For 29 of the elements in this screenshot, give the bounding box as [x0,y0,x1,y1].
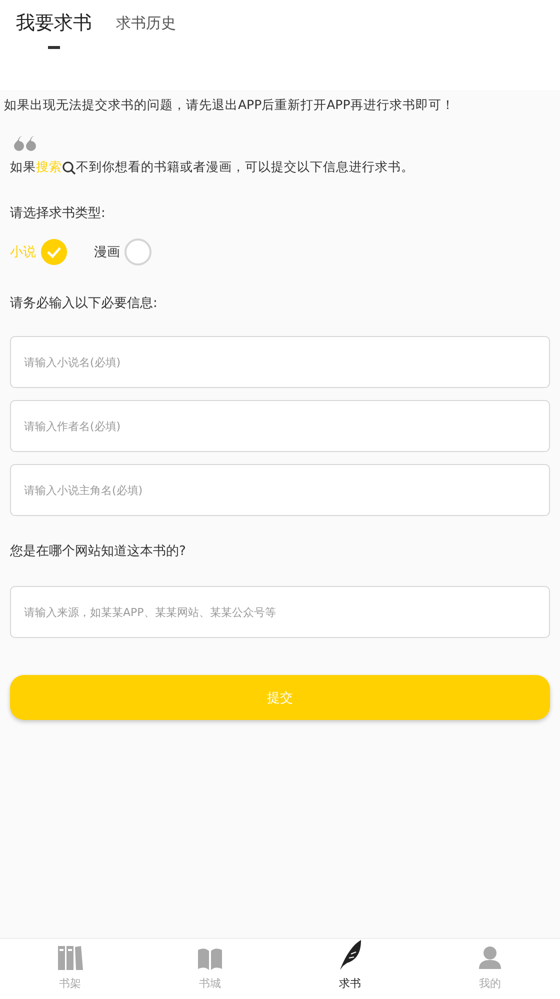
submit-button[interactable]: 提交 [10,675,550,720]
nav-item[interactable]: 书架 [0,939,140,999]
search-link[interactable]: 搜索 [36,159,62,176]
search-icon [62,160,76,174]
nav-item[interactable]: 书城 [140,939,280,999]
radio-circle[interactable] [124,238,152,266]
person-icon [479,946,501,970]
section-label: 请选择求书类型: [10,205,106,222]
nav-item[interactable]: 我的 [420,939,560,999]
section-label: 请务必输入以下必要信息: [10,295,158,312]
quote-icon [13,136,37,152]
type-radio[interactable]: 小说 [10,238,68,266]
nav-item[interactable]: 求书 [280,939,420,999]
source-field[interactable]: 请输入来源，如某某APP、某某网站、某某公众号等 [10,586,550,638]
section-label: 您是在哪个网站知道这本书的? [10,543,187,560]
intro-text: 如果 [10,159,36,176]
tab[interactable]: 求书历史 [116,10,176,38]
radio-label: 小说 [10,244,36,261]
input-field[interactable]: 请输入小说名(必填) [10,336,550,388]
tab[interactable]: 我要求书 [16,10,92,51]
input-field[interactable]: 请输入作者名(必填) [10,400,550,452]
books-icon [57,946,83,970]
radio-circle[interactable] [40,238,68,266]
input-field[interactable]: 请输入小说主角名(必填) [10,464,550,516]
notice-text: 如果出现无法提交求书的问题，请先退出APP后重新打开APP再进行求书即可！ [4,97,456,114]
radio-label: 漫画 [94,244,120,261]
intro-text: 不到你想看的书籍或者漫画，可以提交以下信息进行求书。 [76,159,414,176]
open-book-icon [197,948,223,970]
type-radio[interactable]: 漫画 [94,238,152,266]
